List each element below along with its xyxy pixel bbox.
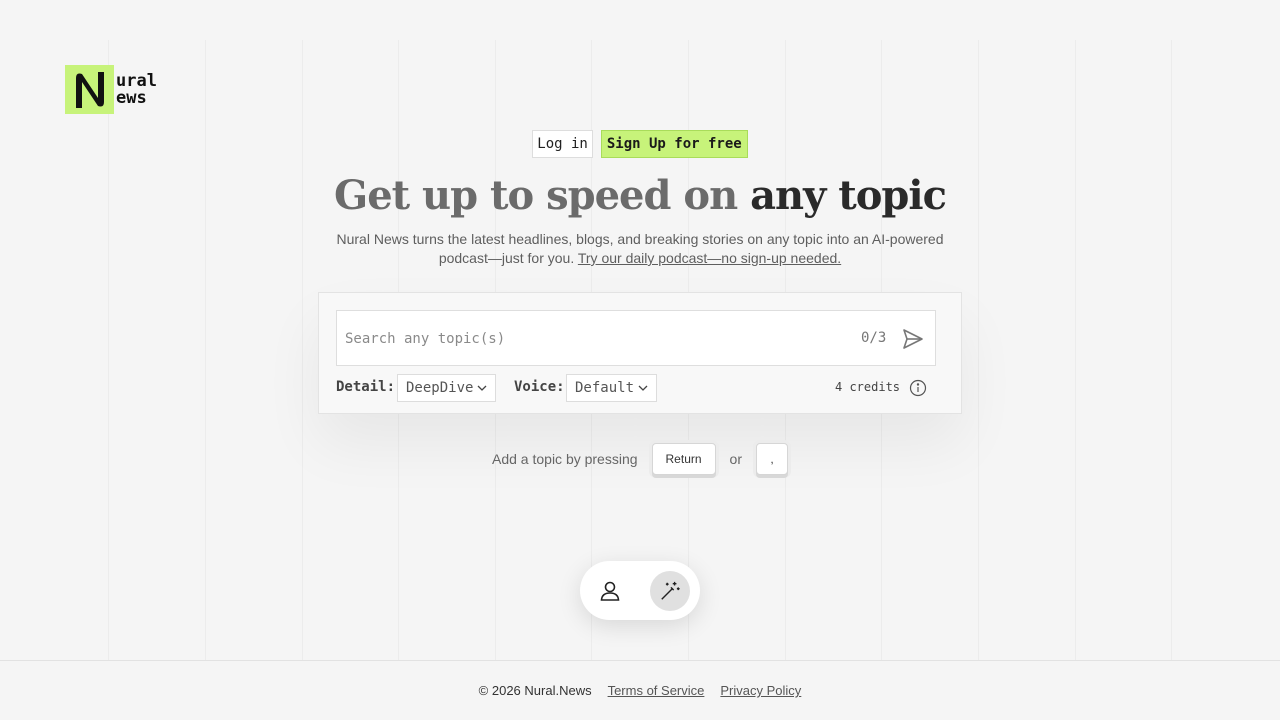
- detail-select[interactable]: DeepDive: [397, 374, 497, 402]
- send-icon[interactable]: [901, 327, 925, 351]
- chevron-down-icon: [638, 385, 648, 391]
- brand-line-2: ews: [116, 87, 147, 108]
- copyright: © 2026 Nural.News: [478, 683, 592, 698]
- headline-light: Get up to speed on: [334, 172, 738, 219]
- headline-bold: any topic: [750, 172, 947, 219]
- user-icon[interactable]: [590, 571, 630, 611]
- signup-button[interactable]: Sign Up for free: [600, 130, 748, 158]
- page-subtitle: Nural News turns the latest headlines, b…: [320, 230, 960, 268]
- voice-value: Default: [575, 380, 635, 396]
- auth-buttons: Log in Sign Up for free: [0, 130, 1280, 158]
- options-row: Detail: DeepDive Voice: Default 4 credit…: [336, 374, 936, 402]
- bottom-dock: [580, 561, 700, 620]
- info-icon[interactable]: [909, 379, 927, 397]
- login-button[interactable]: Log in: [532, 130, 593, 158]
- topic-counter: 0/3: [861, 330, 887, 346]
- brand-wordmark: ural ews: [116, 72, 157, 108]
- magic-wand-icon[interactable]: [650, 571, 690, 611]
- voice-label: Voice:: [514, 379, 565, 395]
- page-title: Get up to speed on any topic: [0, 172, 1280, 219]
- hint-text: Add a topic by pressing: [492, 451, 638, 467]
- voice-select[interactable]: Default: [566, 374, 658, 402]
- keyboard-hint: Add a topic by pressing Return or ,: [0, 443, 1280, 475]
- privacy-link[interactable]: Privacy Policy: [720, 683, 801, 698]
- credits-count: 4 credits: [835, 380, 901, 394]
- daily-podcast-link[interactable]: Try our daily podcast—no sign-up needed.: [578, 250, 841, 266]
- nural-news-logo-icon: [65, 65, 114, 114]
- chevron-down-icon: [477, 385, 487, 391]
- detail-value: DeepDive: [406, 380, 474, 396]
- search-input[interactable]: [345, 329, 845, 349]
- brand-logo[interactable]: ural ews: [65, 65, 157, 114]
- footer: © 2026 Nural.News Terms of Service Priva…: [0, 660, 1280, 720]
- return-key: Return: [651, 443, 716, 475]
- search-card: 0/3 Detail: DeepDive Voice: Default 4 cr…: [318, 292, 962, 414]
- search-box: 0/3: [336, 310, 936, 366]
- hint-or: or: [729, 451, 742, 467]
- comma-key: ,: [755, 443, 788, 475]
- detail-label: Detail:: [336, 379, 396, 395]
- terms-link[interactable]: Terms of Service: [608, 683, 705, 698]
